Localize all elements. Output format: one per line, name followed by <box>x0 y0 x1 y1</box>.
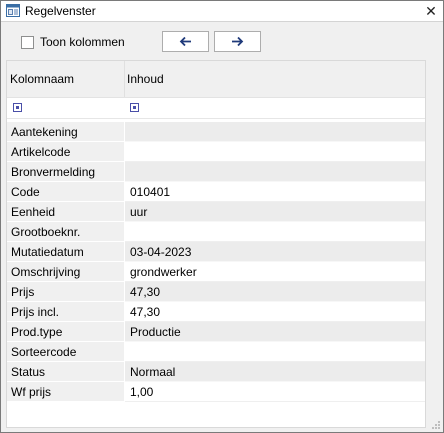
grid-rows: Aantekening Artikelcode Bronvermelding Code… <box>7 122 425 402</box>
toolbar: Toon kolommen <box>1 22 443 60</box>
field-name-cell: Mutatiedatum <box>7 242 124 262</box>
filter-inhoud-icon[interactable] <box>130 103 139 112</box>
table-row[interactable]: Omschrijving grondwerker <box>7 262 425 282</box>
field-name-cell: Wf prijs <box>7 382 124 402</box>
field-value-cell[interactable]: 47,30 <box>125 282 425 302</box>
field-value-cell[interactable]: grondwerker <box>125 262 425 282</box>
field-name-cell: Grootboeknr. <box>7 222 124 242</box>
field-name-cell: Artikelcode <box>7 142 124 162</box>
table-row[interactable]: Status Normaal <box>7 362 425 382</box>
table-row[interactable]: Grootboeknr. <box>7 222 425 242</box>
field-name-cell: Omschrijving <box>7 262 124 282</box>
field-value-cell[interactable]: 1,00 <box>125 382 425 402</box>
field-value-cell[interactable]: 03-04-2023 <box>125 242 425 262</box>
table-row[interactable]: Bronvermelding <box>7 162 425 182</box>
grid-header: Kolomnaam Inhoud <box>7 61 425 98</box>
filter-row <box>7 98 425 119</box>
field-value-cell[interactable]: uur <box>125 202 425 222</box>
column-header-kolomnaam[interactable]: Kolomnaam <box>10 72 74 86</box>
field-value-cell[interactable]: Productie <box>125 322 425 342</box>
field-name-cell: Prijs incl. <box>7 302 124 322</box>
field-value-cell[interactable]: Normaal <box>125 362 425 382</box>
field-name-cell: Code <box>7 182 124 202</box>
table-row[interactable]: Prijs 47,30 <box>7 282 425 302</box>
field-value-cell[interactable] <box>125 342 425 362</box>
field-value-cell[interactable] <box>125 142 425 162</box>
field-grid: Kolomnaam Inhoud Aantekening Artikelcode B… <box>6 60 426 428</box>
show-columns-label[interactable]: Toon kolommen <box>40 35 125 49</box>
field-name-cell: Aantekening <box>7 122 124 142</box>
table-row[interactable]: Aantekening <box>7 122 425 142</box>
previous-record-button[interactable] <box>162 31 209 52</box>
table-row[interactable]: Wf prijs 1,00 <box>7 382 425 402</box>
table-row[interactable]: Prijs incl. 47,30 <box>7 302 425 322</box>
field-value-cell[interactable] <box>125 122 425 142</box>
title-bar[interactable]: Regelvenster ✕ <box>1 1 443 22</box>
field-name-cell: Bronvermelding <box>7 162 124 182</box>
table-row[interactable]: Code 010401 <box>7 182 425 202</box>
field-value-cell[interactable] <box>125 162 425 182</box>
window-app-icon <box>6 4 20 17</box>
table-row[interactable]: Eenheid uur <box>7 202 425 222</box>
field-name-cell: Eenheid <box>7 202 124 222</box>
close-button[interactable]: ✕ <box>423 3 439 19</box>
regelvenster-window: Regelvenster ✕ Toon kolommen Kolomnaam I… <box>0 0 444 433</box>
field-value-cell[interactable]: 010401 <box>125 182 425 202</box>
next-record-button[interactable] <box>214 31 261 52</box>
field-value-cell[interactable]: 47,30 <box>125 302 425 322</box>
field-name-cell: Prod.type <box>7 322 124 342</box>
filter-kolomnaam-icon[interactable] <box>13 103 22 112</box>
table-row[interactable]: Sorteercode <box>7 342 425 362</box>
arrow-left-icon <box>179 36 191 47</box>
resize-grip-icon[interactable] <box>431 420 441 430</box>
table-row[interactable]: Prod.type Productie <box>7 322 425 342</box>
field-name-cell: Status <box>7 362 124 382</box>
table-row[interactable]: Artikelcode <box>7 142 425 162</box>
column-header-inhoud[interactable]: Inhoud <box>127 72 164 86</box>
field-value-cell[interactable] <box>125 222 425 242</box>
show-columns-checkbox[interactable] <box>21 36 34 49</box>
table-row[interactable]: Mutatiedatum 03-04-2023 <box>7 242 425 262</box>
window-title: Regelvenster <box>25 4 96 18</box>
arrow-right-icon <box>232 36 244 47</box>
header-divider[interactable] <box>124 61 125 97</box>
close-icon: ✕ <box>425 3 437 19</box>
field-name-cell: Prijs <box>7 282 124 302</box>
field-name-cell: Sorteercode <box>7 342 124 362</box>
